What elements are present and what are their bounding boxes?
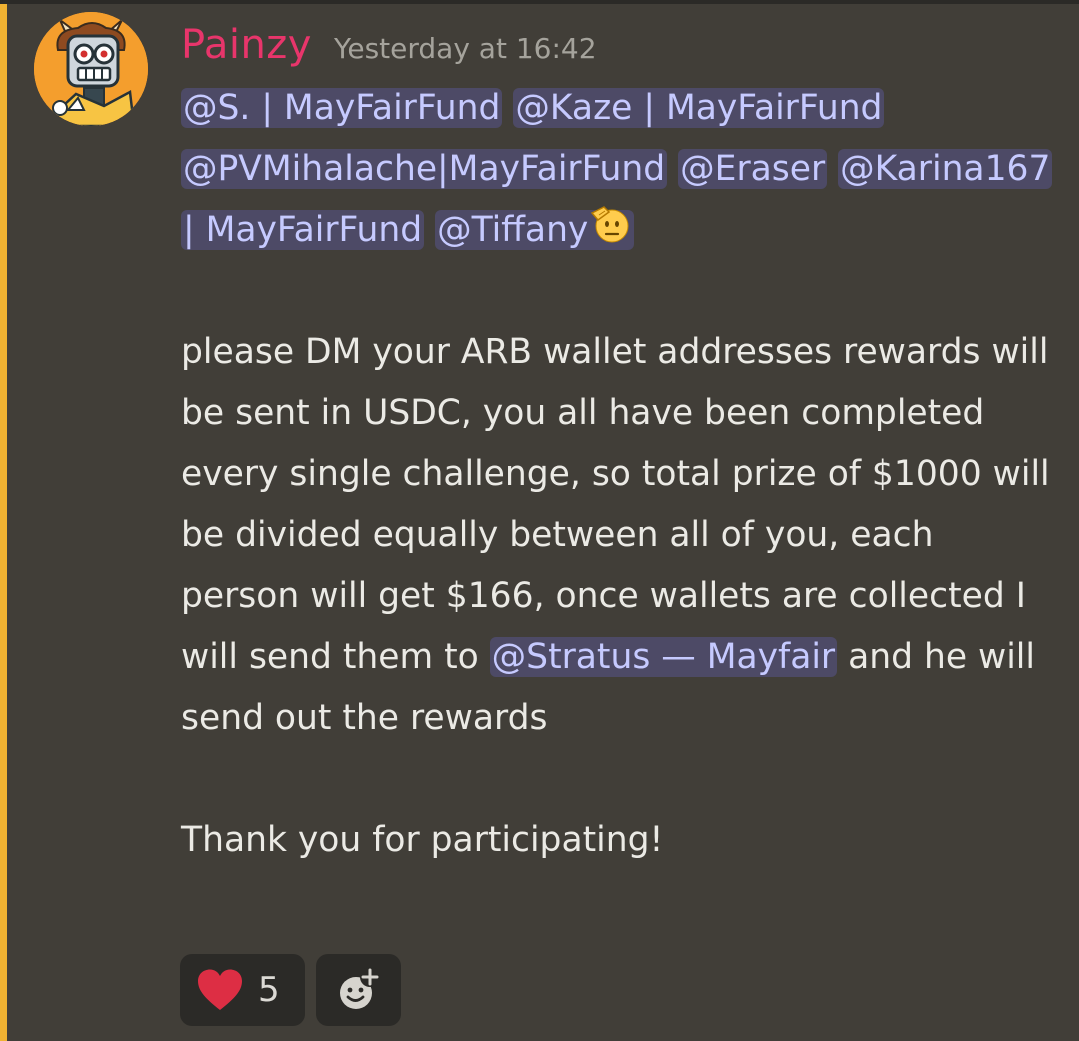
add-reaction-icon [339, 967, 380, 1009]
reaction-count: 5 [258, 970, 280, 1010]
line-spacer [181, 749, 1051, 810]
reactions-bar: 5 [180, 954, 401, 1026]
robot-avatar-icon [34, 12, 148, 126]
mention-s-mayfairfund[interactable]: @S. | MayFairFund [181, 88, 503, 128]
line-spacer [181, 261, 1051, 322]
message-header: Painzy Yesterday at 16:42 [181, 22, 597, 68]
author-name[interactable]: Painzy [181, 22, 312, 68]
mention-tiffany-label: @Tiffany [437, 210, 589, 250]
add-reaction-button[interactable] [316, 954, 401, 1026]
message-body: please DM your ARB wallet addresses rewa… [181, 322, 1051, 749]
mentions-line: @S. | MayFairFund @Kaze | MayFairFund @P… [181, 78, 1053, 261]
mention-pvmihalache-mayfairfund[interactable]: @PVMihalache|MayFairFund [181, 149, 668, 189]
timestamp[interactable]: Yesterday at 16:42 [334, 32, 597, 65]
heart-icon [198, 969, 242, 1010]
body-text: please DM your ARB wallet addresses rewa… [181, 332, 1050, 677]
message-container: Painzy Yesterday at 16:42 @S. | MayFairF… [0, 0, 1079, 1041]
mention-kaze-mayfairfund[interactable]: @Kaze | MayFairFund [513, 88, 885, 128]
message-content: @S. | MayFairFund @Kaze | MayFairFund @P… [181, 78, 1053, 871]
closing-text: Thank you for participating! [181, 820, 664, 860]
avatar[interactable] [34, 12, 148, 126]
mention-stratus-mayfair[interactable]: @Stratus — Mayfair [489, 637, 838, 677]
saluting-face-emoji [591, 206, 629, 243]
mention-tiffany[interactable]: @Tiffany [435, 206, 635, 250]
heart-reaction[interactable]: 5 [180, 954, 305, 1026]
mention-eraser[interactable]: @Eraser [678, 149, 828, 189]
highlight-bar [0, 4, 7, 1041]
